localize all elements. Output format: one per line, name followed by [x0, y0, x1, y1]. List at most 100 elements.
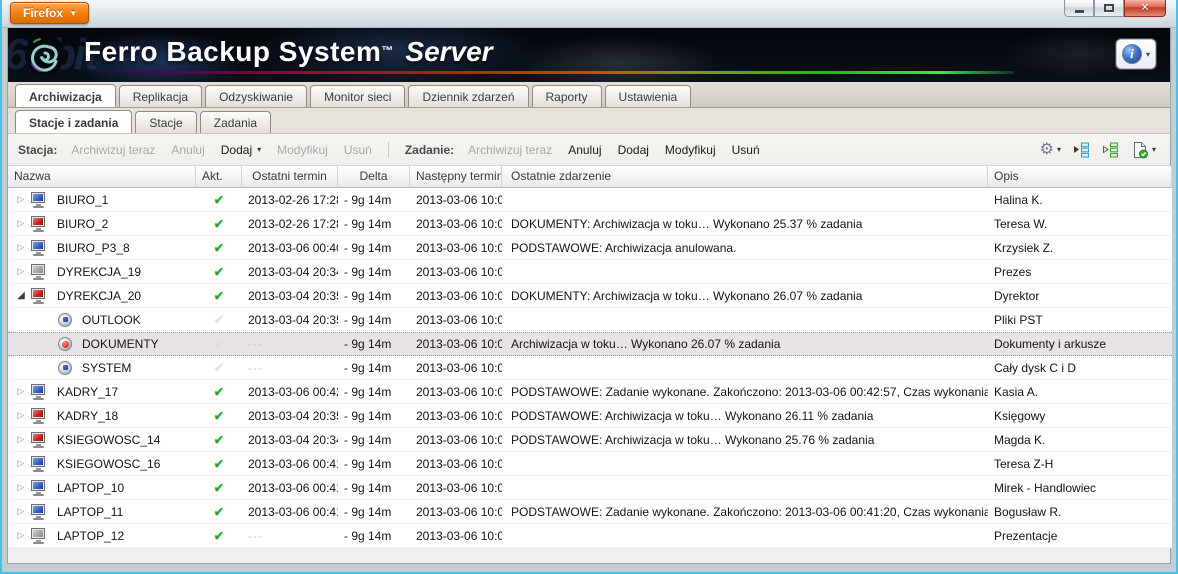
- table-row-outlook[interactable]: OUTLOOK✔2013-03-04 20:35- 9g 14m2013-03-…: [8, 308, 1172, 332]
- expand-toggle-icon[interactable]: ▷: [14, 530, 28, 541]
- collapse-tree-button[interactable]: [1073, 142, 1090, 158]
- subtab-stacje-i-zadania[interactable]: Stacje i zadania: [15, 110, 132, 133]
- column-header-akt[interactable]: Akt.: [196, 166, 242, 188]
- expand-toggle-icon[interactable]: ▷: [14, 434, 28, 445]
- subtab-stacje[interactable]: Stacje: [135, 111, 196, 133]
- info-button[interactable]: i ▾: [1116, 39, 1156, 69]
- app-menu-button[interactable]: Firefox ▾: [10, 2, 89, 24]
- description-cell: Teresa W.: [988, 212, 1172, 235]
- table-row-laptop-12[interactable]: ▷LAPTOP_12✔---- 9g 14m2013-03-06 10:00Pr…: [8, 524, 1172, 548]
- monitor-red-icon: [30, 408, 47, 424]
- stations-tasks-table: NazwaAkt.Ostatni terminDeltaNastępny ter…: [8, 166, 1172, 548]
- active-cell: ✔: [196, 260, 242, 283]
- expand-toggle-icon[interactable]: ▷: [14, 194, 28, 205]
- expand-toggle-icon[interactable]: ▷: [14, 386, 28, 397]
- report-button[interactable]: ▾: [1131, 141, 1156, 159]
- task-archiwizuj-teraz-button[interactable]: Archiwizuj teraz: [468, 143, 552, 157]
- table-row-laptop-10[interactable]: ▷LAPTOP_10✔2013-03-06 00:41- 9g 14m2013-…: [8, 476, 1172, 500]
- expand-toggle-icon[interactable]: ▷: [14, 266, 28, 277]
- subtab-zadania[interactable]: Zadania: [200, 111, 271, 133]
- collapse-toggle-icon[interactable]: ◢: [14, 290, 28, 301]
- table-row-dokumenty[interactable]: DOKUMENTY✔---- 9g 14m2013-03-06 10:00Arc…: [8, 332, 1172, 356]
- minimize-button[interactable]: [1064, 0, 1094, 17]
- row-name: SYSTEM: [82, 361, 131, 375]
- expand-toggle-icon[interactable]: ▷: [14, 218, 28, 229]
- active-cell: ✔: [196, 333, 242, 355]
- toolbar-icon-group: ⚙ ▾: [1040, 141, 1160, 159]
- column-header-ostatni-termin[interactable]: Ostatni termin: [242, 166, 338, 188]
- table-row-biuro-2[interactable]: ▷BIURO_2✔2013-02-26 17:28- 9g 14m2013-03…: [8, 212, 1172, 236]
- last-event-cell: [502, 476, 988, 499]
- maximize-button[interactable]: [1094, 0, 1124, 17]
- row-name: BIURO_2: [57, 217, 108, 231]
- button-label: Anuluj: [568, 143, 601, 157]
- task-usu-button[interactable]: Usuń: [732, 143, 760, 157]
- table-row-ksiegowosc-16[interactable]: ▷KSIEGOWOSC_16✔2013-03-06 00:41- 9g 14m2…: [8, 452, 1172, 476]
- description-cell: Krzysiek Z.: [988, 236, 1172, 259]
- chevron-down-icon: ▾: [71, 8, 76, 19]
- row-name: LAPTOP_10: [57, 481, 124, 495]
- last-event-cell: Archiwizacja w toku… Wykonano 26.07 % za…: [502, 333, 988, 355]
- station-usu-button[interactable]: Usuń: [344, 143, 372, 157]
- table-row-kadry-18[interactable]: ▷KADRY_18✔2013-03-04 20:35- 9g 14m2013-0…: [8, 404, 1172, 428]
- station-archiwizuj-teraz-button[interactable]: Archiwizuj teraz: [71, 143, 155, 157]
- tab-raporty[interactable]: Raporty: [532, 85, 602, 107]
- tab-odzyskiwanie[interactable]: Odzyskiwanie: [205, 85, 307, 107]
- expand-toggle-icon[interactable]: ▷: [14, 410, 28, 421]
- column-header-nast-pny-termin[interactable]: Następny termin: [410, 166, 502, 188]
- table-row-dyrekcja-19[interactable]: ▷DYREKCJA_19✔2013-03-04 20:34- 9g 14m201…: [8, 260, 1172, 284]
- description-cell: Cały dysk C i D: [988, 356, 1172, 379]
- table-row-dyrekcja-20[interactable]: ◢DYREKCJA_20✔2013-03-04 20:35- 9g 14m201…: [8, 284, 1172, 308]
- tab-ustawienia[interactable]: Ustawienia: [605, 85, 692, 107]
- task-anuluj-button[interactable]: Anuluj: [568, 143, 601, 157]
- button-label: Modyfikuj: [665, 143, 716, 157]
- monitor-red-icon: [30, 288, 47, 304]
- next-term-cell: 2013-03-06 10:00: [410, 308, 502, 331]
- button-label: Anuluj: [171, 143, 204, 157]
- delta-cell: - 9g 14m: [338, 212, 410, 235]
- row-name: OUTLOOK: [82, 313, 141, 327]
- column-header-delta[interactable]: Delta: [338, 166, 410, 188]
- tab-dziennik-zdarze[interactable]: Dziennik zdarzeń: [408, 85, 528, 107]
- expand-tree-button[interactable]: [1102, 142, 1119, 158]
- table-row-biuro-1[interactable]: ▷BIURO_1✔2013-02-26 17:28- 9g 14m2013-03…: [8, 188, 1172, 212]
- name-cell: ▷BIURO_P3_8: [8, 236, 196, 259]
- station-dodaj-button[interactable]: Dodaj▾: [221, 143, 261, 157]
- next-term-cell: 2013-03-06 10:00: [410, 380, 502, 403]
- station-modyfikuj-button[interactable]: Modyfikuj: [277, 143, 328, 157]
- task-idle-icon: [58, 313, 72, 327]
- tab-monitor-sieci[interactable]: Monitor sieci: [310, 85, 405, 107]
- next-term-cell: 2013-03-06 10:00: [410, 500, 502, 523]
- close-button[interactable]: ✕: [1124, 0, 1166, 17]
- expand-toggle-icon[interactable]: ▷: [14, 458, 28, 469]
- table-row-biuro-p3-8[interactable]: ▷BIURO_P3_8✔2013-03-06 00:40- 9g 14m2013…: [8, 236, 1172, 260]
- expand-toggle-icon[interactable]: ▷: [14, 506, 28, 517]
- row-name: BIURO_1: [57, 193, 108, 207]
- expand-toggle-icon[interactable]: ▷: [14, 482, 28, 493]
- next-term-cell: 2013-03-06 10:00: [410, 188, 502, 211]
- next-term-cell: 2013-03-06 10:00: [410, 404, 502, 427]
- station-anuluj-button[interactable]: Anuluj: [171, 143, 204, 157]
- settings-button[interactable]: ⚙ ▾: [1040, 142, 1061, 158]
- row-name: KADRY_17: [57, 385, 118, 399]
- task-dodaj-button[interactable]: Dodaj: [618, 143, 649, 157]
- last-term-cell: ---: [242, 356, 338, 379]
- name-cell: ▷ BIURO_1: [8, 188, 196, 211]
- table-row-kadry-17[interactable]: ▷KADRY_17✔2013-03-06 00:42- 9g 14m2013-0…: [8, 380, 1172, 404]
- table-row-laptop-11[interactable]: ▷LAPTOP_11✔2013-03-06 00:41- 9g 14m2013-…: [8, 500, 1172, 524]
- active-cell: ✔: [196, 284, 242, 307]
- tab-archiwizacja[interactable]: Archiwizacja: [15, 84, 116, 107]
- table-row-system[interactable]: SYSTEM✔---- 9g 14m2013-03-06 10:00Cały d…: [8, 356, 1172, 380]
- last-event-cell: PODSTAWOWE: Zadanie wykonane. Zakończono…: [502, 380, 988, 403]
- description-cell: Teresa Z-H: [988, 452, 1172, 475]
- column-header-ostatnie-zdarzenie[interactable]: Ostatnie zdarzenie: [502, 166, 988, 188]
- task-modyfikuj-button[interactable]: Modyfikuj: [665, 143, 716, 157]
- column-header-nazwa[interactable]: Nazwa: [8, 166, 196, 188]
- expand-toggle-icon[interactable]: ▷: [14, 242, 28, 253]
- check-icon: ✔: [214, 409, 225, 422]
- column-header-opis[interactable]: Opis: [988, 166, 1172, 188]
- table-row-ksiegowosc-14[interactable]: ▷KSIEGOWOSC_14✔2013-03-04 20:34- 9g 14m2…: [8, 428, 1172, 452]
- chevron-down-icon: ▾: [1057, 145, 1061, 154]
- last-event-cell: PODSTAWOWE: Archiwizacja w toku… Wykonan…: [502, 428, 988, 451]
- tab-replikacja[interactable]: Replikacja: [119, 85, 202, 107]
